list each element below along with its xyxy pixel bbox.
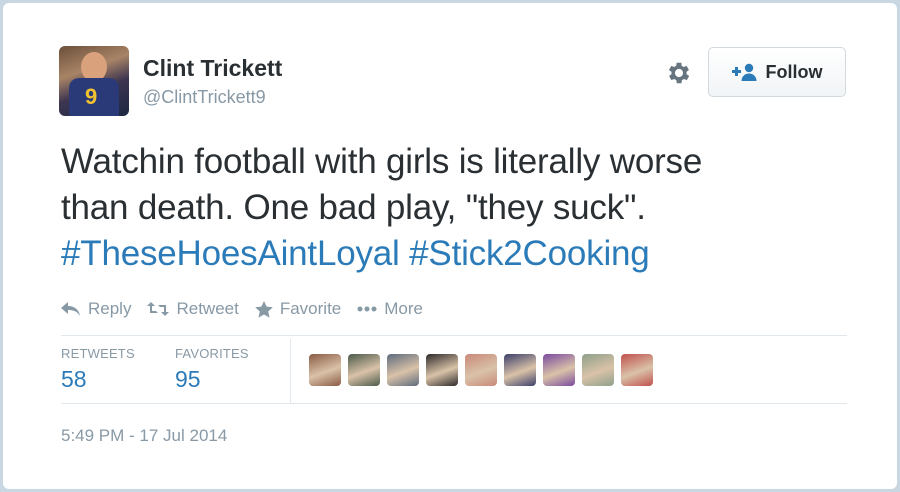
more-dots-icon [357,306,377,312]
retweet-button[interactable]: Retweet [147,299,239,319]
favorites-stat[interactable]: FAVORITES 95 [175,346,249,393]
star-icon [255,300,273,318]
divider [61,335,847,336]
user-display-name[interactable]: Clint Trickett [143,55,282,82]
favorite-label: Favorite [279,299,342,318]
tweet-actions: Reply Retweet Favorite More [61,299,439,319]
divider [61,403,847,404]
gear-icon[interactable] [665,59,693,87]
tweet-text-line-2: than death. One bad play, "they suck". [61,188,646,227]
user-avatar-4[interactable] [426,354,458,386]
retweets-stat[interactable]: RETWEETS 58 [61,346,135,393]
tweet-text-line-1: Watchin football with girls is literally… [61,142,703,181]
hashtag-link[interactable]: #TheseHoesAintLoyal [61,234,400,273]
retweets-count: 58 [61,366,87,392]
more-button[interactable]: More [357,299,423,319]
reply-icon [61,302,80,316]
user-avatar-6[interactable] [504,354,536,386]
user-avatar-7[interactable] [543,354,575,386]
reply-label: Reply [88,299,132,318]
hashtag-link[interactable]: #Stick2Cooking [409,234,650,273]
tweet-card: 9 Clint Trickett @ClintTrickett9 Follow … [3,3,897,489]
jersey-number: 9 [85,84,98,109]
follow-button-label: Follow [765,61,823,82]
user-avatar-2[interactable] [348,354,380,386]
add-user-icon [731,63,758,81]
user-handle[interactable]: @ClintTrickett9 [143,87,266,108]
stats-separator [290,339,291,403]
reply-button[interactable]: Reply [61,299,131,319]
profile-avatar[interactable]: 9 [59,46,129,116]
favorite-button[interactable]: Favorite [255,299,341,319]
tweet-timestamp[interactable]: 5:49 PM - 17 Jul 2014 [61,426,227,446]
retweet-label: Retweet [176,299,239,318]
tweet-text: Watchin football with girls is literally… [61,139,861,277]
user-avatar-8[interactable] [582,354,614,386]
user-avatar-1[interactable] [309,354,341,386]
favorites-label: FAVORITES [175,346,249,361]
retweet-icon [147,302,170,316]
user-avatar-5[interactable] [465,354,497,386]
user-avatar-3[interactable] [387,354,419,386]
user-avatar-9[interactable] [621,354,653,386]
follow-button[interactable]: Follow [708,47,846,97]
favorites-count: 95 [175,366,201,392]
retweets-label: RETWEETS [61,346,135,361]
favoriters-avatars [309,354,653,386]
more-label: More [384,299,423,318]
